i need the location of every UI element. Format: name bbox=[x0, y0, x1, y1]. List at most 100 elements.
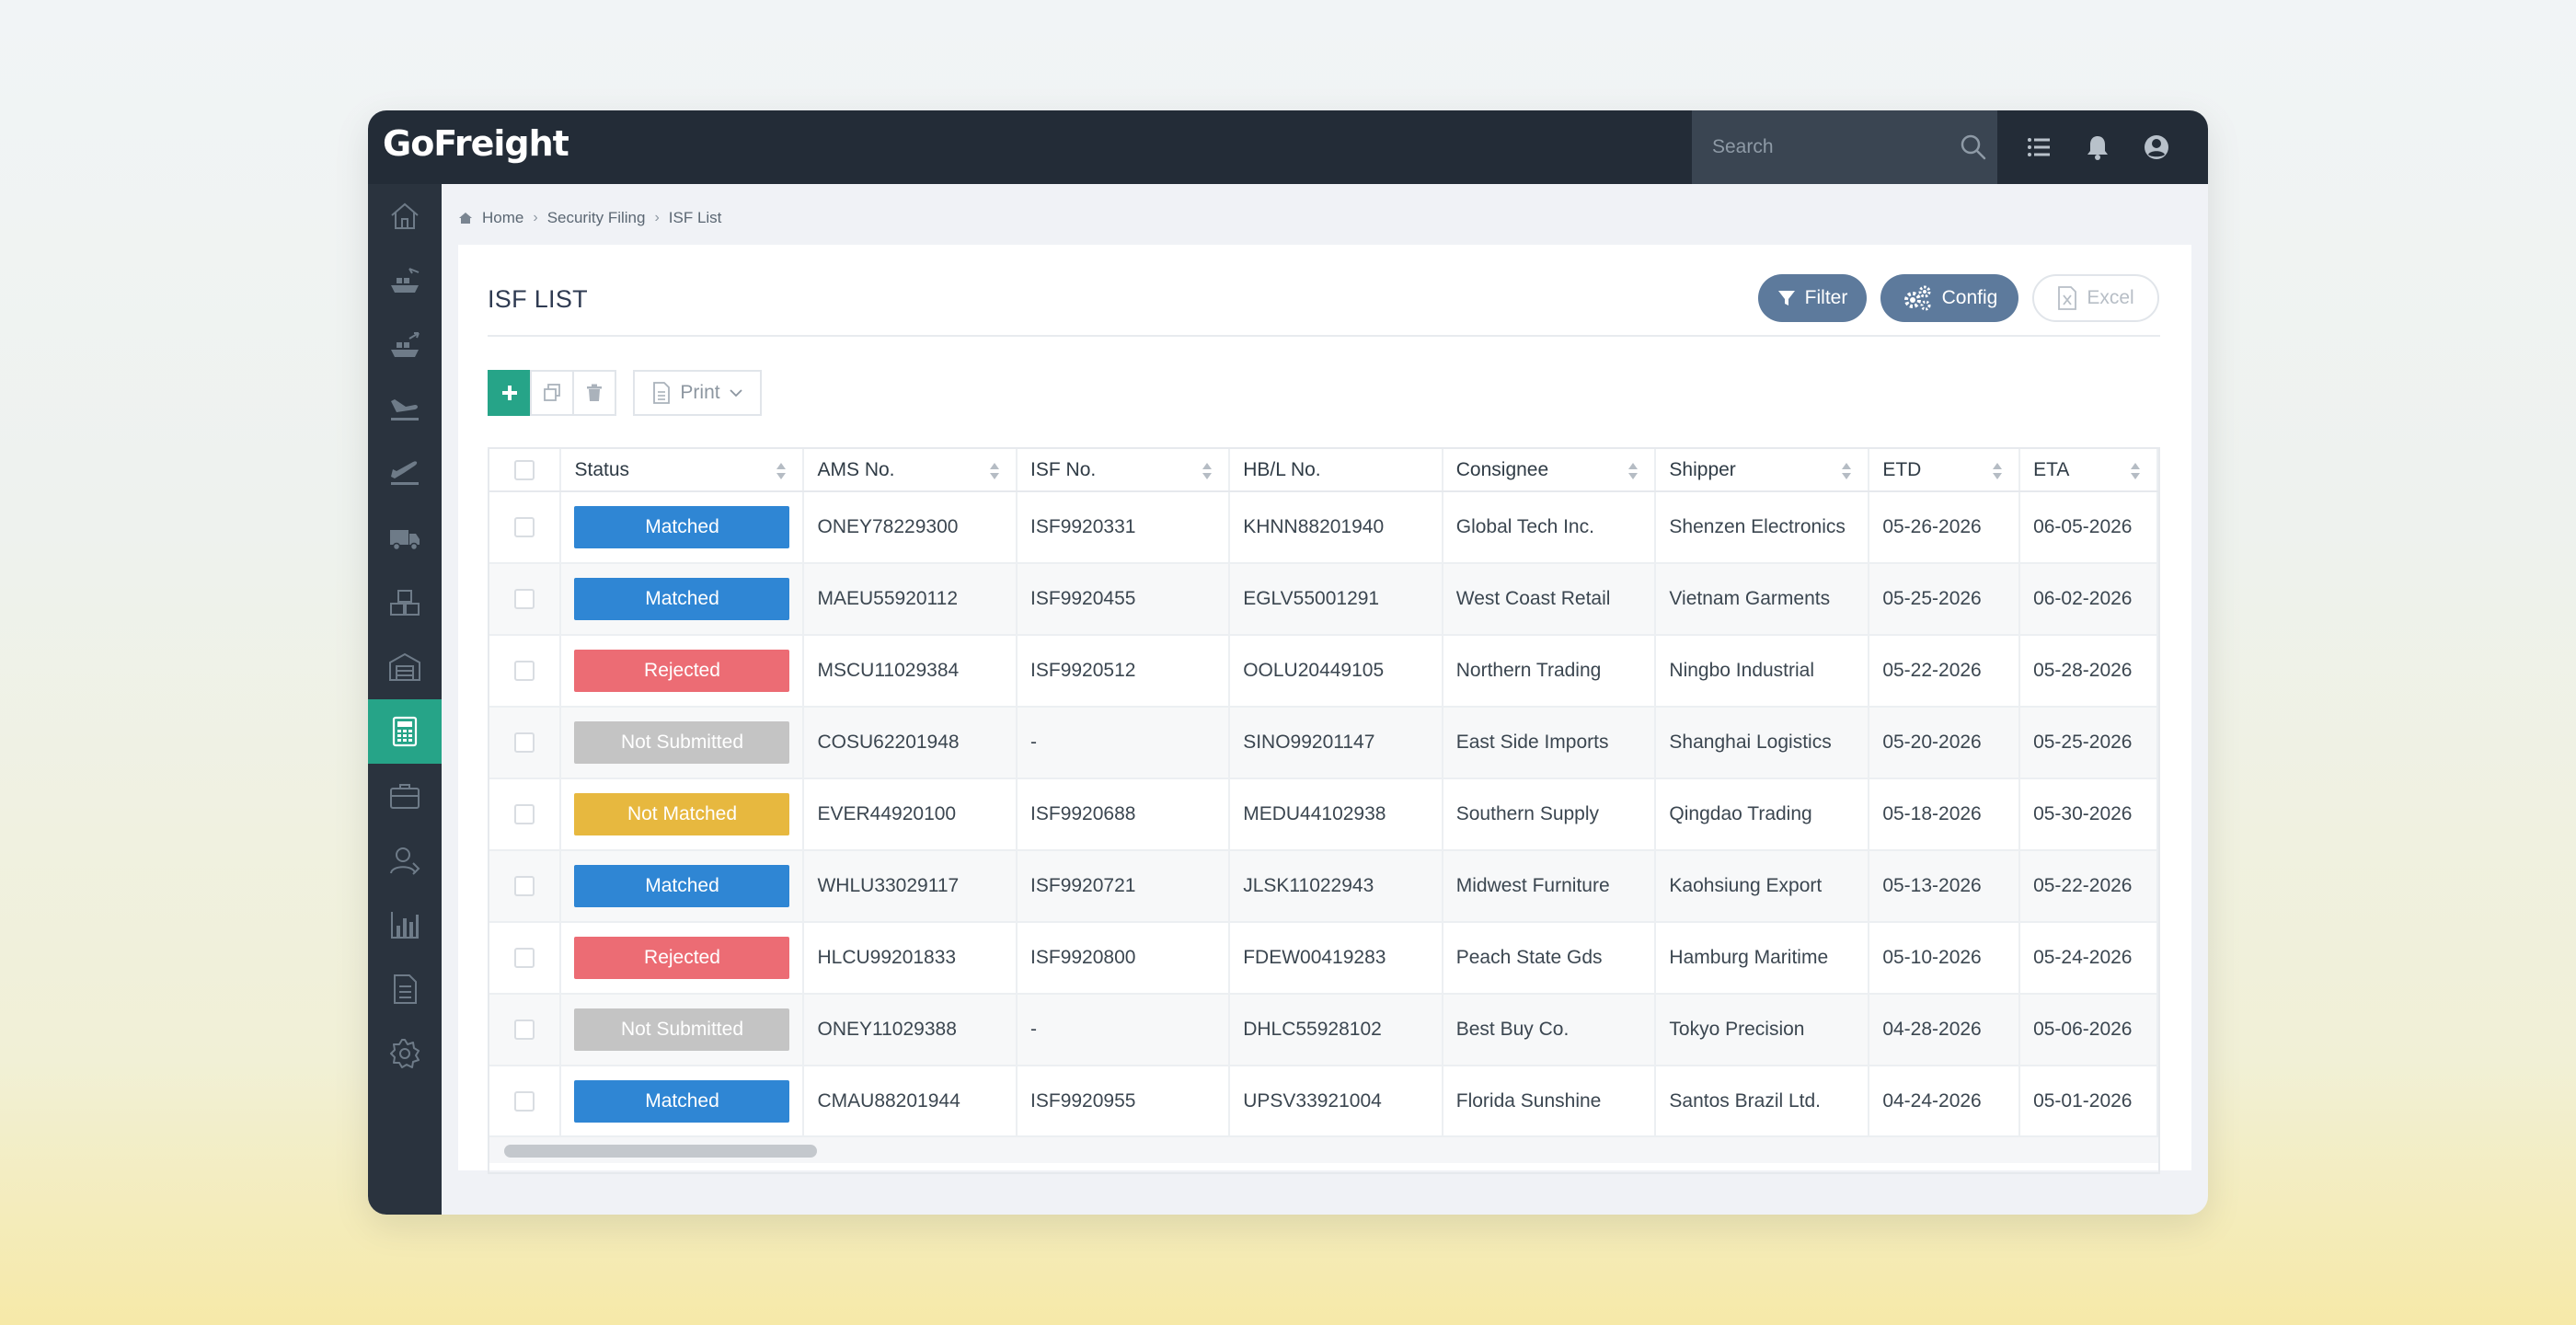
sidebar-item-ocean-export[interactable] bbox=[368, 313, 442, 377]
eta-cell: 05-22-2026 bbox=[2019, 850, 2158, 923]
status-badge: Matched bbox=[574, 1080, 790, 1123]
column-header-etd[interactable]: ETD bbox=[1869, 449, 2021, 492]
shipper-cell: Santos Brazil Ltd. bbox=[1655, 1066, 1870, 1138]
app-logo[interactable]: GoFreight bbox=[383, 123, 569, 164]
sidebar-item-contacts[interactable] bbox=[368, 828, 442, 893]
sidebar-item-trucking[interactable] bbox=[368, 506, 442, 570]
row-select-cell bbox=[489, 707, 562, 779]
copy-icon bbox=[544, 384, 560, 401]
status-cell: Rejected bbox=[560, 635, 805, 708]
row-select-cell bbox=[489, 563, 562, 636]
column-header-status[interactable]: Status bbox=[560, 449, 805, 492]
table-row[interactable]: Matched MAEU55920112 ISF9920455 EGLV5500129… bbox=[489, 563, 2158, 636]
table-row[interactable]: Not Submitted COSU62201948- SINO99201147 Ea… bbox=[489, 707, 2158, 779]
etd-cell: 05-22-2026 bbox=[1869, 635, 2021, 708]
filter-button[interactable]: Filter bbox=[1758, 274, 1867, 322]
row-select-cell bbox=[489, 1066, 562, 1138]
add-button[interactable] bbox=[488, 370, 532, 416]
table-row[interactable]: Not Submitted ONEY11029388- DHLC55928102 Be… bbox=[489, 994, 2158, 1066]
isf-no-cell: ISF9920800 bbox=[1017, 922, 1231, 995]
row-checkbox[interactable] bbox=[514, 876, 535, 896]
breadcrumb-security-filing[interactable]: Security Filing bbox=[547, 209, 646, 227]
row-select-cell bbox=[489, 778, 562, 851]
status-badge: Matched bbox=[574, 865, 790, 907]
air-import-icon bbox=[391, 399, 419, 421]
search-icon[interactable] bbox=[1959, 132, 1988, 162]
status-cell: Matched bbox=[560, 491, 805, 564]
config-button[interactable]: Config bbox=[1880, 274, 2018, 322]
row-checkbox[interactable] bbox=[514, 948, 535, 968]
sidebar-item-ocean-import[interactable] bbox=[368, 248, 442, 313]
column-header-shipper[interactable]: Shipper bbox=[1655, 449, 1870, 492]
sort-icon[interactable] bbox=[2129, 460, 2142, 482]
sidebar-item-warehouse[interactable] bbox=[368, 635, 442, 699]
sidebar-item-settings[interactable] bbox=[368, 1021, 442, 1086]
table-row[interactable]: Matched WHLU33029117 ISF9920721 JLSK1102294… bbox=[489, 850, 2158, 923]
table-row[interactable]: Rejected MSCU11029384 ISF9920512 OOLU204491… bbox=[489, 635, 2158, 708]
column-header-isf-no[interactable]: ISF No. bbox=[1017, 449, 1231, 492]
sidebar-item-air-export[interactable] bbox=[368, 442, 442, 506]
sidebar-item-reports[interactable] bbox=[368, 893, 442, 957]
sidebar-item-air-import[interactable] bbox=[368, 377, 442, 442]
content-panel: ISF LIST Filter Config Excel Print Statu… bbox=[458, 245, 2191, 1174]
copy-button[interactable] bbox=[530, 370, 574, 416]
table-row[interactable]: Not Matched EVER44920100 ISF9920688 MEDU441… bbox=[489, 778, 2158, 851]
scrollbar-thumb[interactable] bbox=[504, 1145, 817, 1158]
excel-export-button[interactable]: Excel bbox=[2032, 274, 2159, 322]
sort-icon[interactable] bbox=[775, 460, 788, 482]
eta-cell: 06-02-2026 bbox=[2019, 563, 2158, 636]
table-row[interactable]: Matched CMAU88201944 ISF9920955 UPSV3392100… bbox=[489, 1066, 2158, 1138]
breadcrumb-home[interactable]: Home bbox=[482, 209, 523, 227]
row-checkbox[interactable] bbox=[514, 732, 535, 753]
sidebar-item-accounting[interactable] bbox=[368, 699, 442, 764]
row-checkbox[interactable] bbox=[514, 1091, 535, 1112]
row-checkbox[interactable] bbox=[514, 1020, 535, 1040]
horizontal-scrollbar[interactable] bbox=[489, 1135, 2158, 1163]
sort-icon[interactable] bbox=[988, 460, 1001, 482]
ams-no-cell: ONEY11029388 bbox=[803, 994, 1018, 1066]
user-account-icon[interactable] bbox=[2140, 131, 2173, 164]
column-label: Shipper bbox=[1669, 458, 1736, 480]
isf-no-cell: ISF9920721 bbox=[1017, 850, 1231, 923]
row-checkbox[interactable] bbox=[514, 517, 535, 537]
table-row[interactable]: Rejected HLCU99201833 ISF9920800 FDEW004192… bbox=[489, 922, 2158, 995]
search-input[interactable] bbox=[1712, 131, 1942, 164]
config-label: Config bbox=[1941, 287, 1998, 308]
shipper-cell: Tokyo Precision bbox=[1655, 994, 1870, 1066]
sidebar-item-home[interactable] bbox=[368, 184, 442, 248]
breadcrumb: Home › Security Filing › ISF List bbox=[458, 204, 721, 232]
sidebar-item-warehouse-boxes[interactable] bbox=[368, 570, 442, 635]
row-checkbox[interactable] bbox=[514, 804, 535, 824]
sort-icon[interactable] bbox=[1840, 460, 1853, 482]
table-row[interactable]: Matched ONEY78229300 ISF9920331 KHNN8820194… bbox=[489, 491, 2158, 564]
ams-no-cell: MSCU11029384 bbox=[803, 635, 1018, 708]
contacts-icon bbox=[390, 847, 420, 875]
sidebar-item-documents[interactable] bbox=[368, 957, 442, 1021]
chevron-right-icon: › bbox=[654, 210, 660, 225]
sort-icon[interactable] bbox=[1991, 460, 2004, 482]
column-header-ams-no[interactable]: AMS No. bbox=[803, 449, 1018, 492]
hbl-no-cell: SINO99201147 bbox=[1229, 707, 1443, 779]
sidebar-item-briefcase[interactable] bbox=[368, 764, 442, 828]
row-checkbox[interactable] bbox=[514, 661, 535, 681]
bell-icon[interactable] bbox=[2081, 131, 2114, 164]
sort-icon[interactable] bbox=[1201, 460, 1213, 482]
delete-button[interactable] bbox=[572, 370, 616, 416]
column-header-eta[interactable]: ETA bbox=[2019, 449, 2158, 492]
column-label: AMS No. bbox=[817, 458, 895, 480]
task-list-icon[interactable] bbox=[2022, 131, 2055, 164]
consignee-cell: Midwest Furniture bbox=[1442, 850, 1657, 923]
status-badge: Not Matched bbox=[574, 793, 790, 835]
filter-label: Filter bbox=[1804, 287, 1848, 308]
isf-no-cell: ISF9920331 bbox=[1017, 491, 1231, 564]
column-header-hbl-no[interactable]: HB/L No. bbox=[1229, 449, 1443, 492]
print-dropdown[interactable]: Print bbox=[633, 370, 762, 416]
sort-icon[interactable] bbox=[1627, 460, 1639, 482]
column-label: ETD bbox=[1882, 458, 1922, 480]
row-checkbox[interactable] bbox=[514, 589, 535, 609]
column-header-consignee[interactable]: Consignee bbox=[1442, 449, 1657, 492]
consignee-cell: Best Buy Co. bbox=[1442, 994, 1657, 1066]
select-all-cell bbox=[489, 449, 562, 492]
select-all-checkbox[interactable] bbox=[514, 459, 535, 480]
status-badge: Rejected bbox=[574, 650, 790, 692]
